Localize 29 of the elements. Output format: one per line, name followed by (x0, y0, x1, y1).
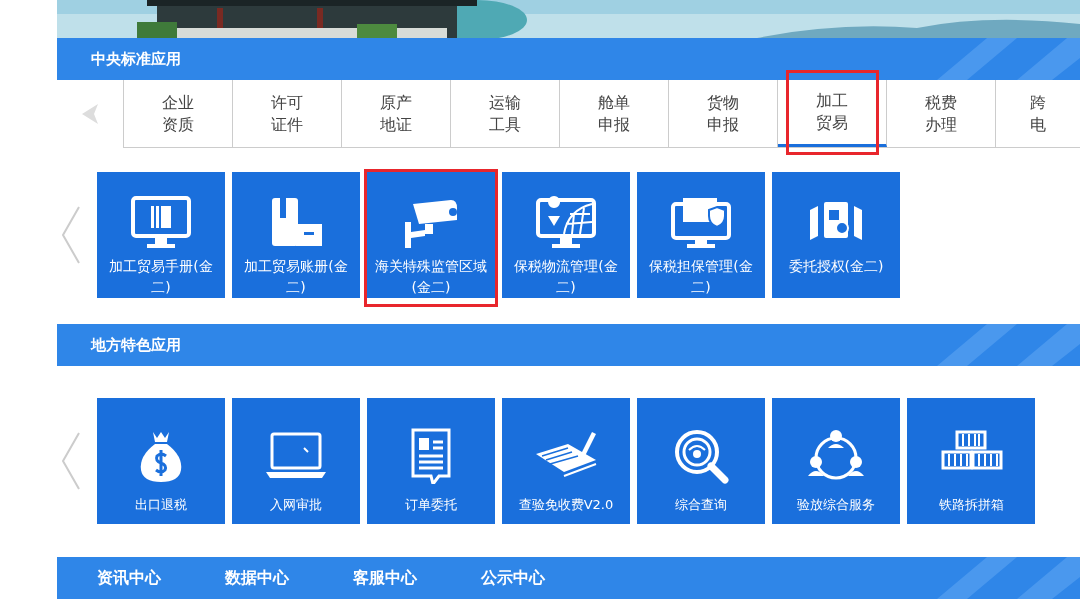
footer-link[interactable]: 资讯中心 (97, 567, 161, 589)
category-tab[interactable]: 加工 贸易 (778, 80, 887, 147)
app-tile[interactable]: 入网审批 (232, 398, 360, 524)
category-tab[interactable]: 运输 工具 (451, 80, 560, 147)
app-tile[interactable]: 综合查询 (637, 398, 765, 524)
app-tile[interactable]: 出口退税 (97, 398, 225, 524)
app-tile[interactable]: 验放综合服务 (772, 398, 900, 524)
category-tab[interactable]: 跨 电 (996, 80, 1080, 147)
category-tab[interactable]: 企业 资质 (124, 80, 233, 147)
section-title: 中央标准应用 (91, 49, 181, 69)
footer-link[interactable]: 公示中心 (481, 567, 545, 589)
section-title: 地方特色应用 (91, 335, 181, 355)
category-tab[interactable]: 货物 申报 (669, 80, 778, 147)
app-tile[interactable]: 查验免收费V2.0 (502, 398, 630, 524)
category-tab[interactable]: 税费 办理 (887, 80, 996, 147)
category-tab[interactable]: 许可 证件 (233, 80, 342, 147)
app-tile[interactable]: 加工贸易账册(金二) (232, 172, 360, 298)
app-tile[interactable]: 保税物流管理(金二) (502, 172, 630, 298)
app-tile[interactable]: 海关特殊监管区域(金二) (367, 172, 495, 298)
left-arrow-icon[interactable] (80, 102, 100, 126)
category-tab[interactable]: 舱单 申报 (560, 80, 669, 147)
app-tile[interactable]: 保税担保管理(金二) (637, 172, 765, 298)
app-tile[interactable]: 加工贸易手册(金二) (97, 172, 225, 298)
footer-link[interactable]: 数据中心 (225, 567, 289, 589)
app-tile[interactable]: 委托授权(金二) (772, 172, 900, 298)
app-tile[interactable]: 订单委托 (367, 398, 495, 524)
app-tile[interactable]: 铁路拆拼箱 (907, 398, 1035, 524)
footer-link[interactable]: 客服中心 (353, 567, 417, 589)
category-tab[interactable]: 原产 地证 (342, 80, 451, 147)
